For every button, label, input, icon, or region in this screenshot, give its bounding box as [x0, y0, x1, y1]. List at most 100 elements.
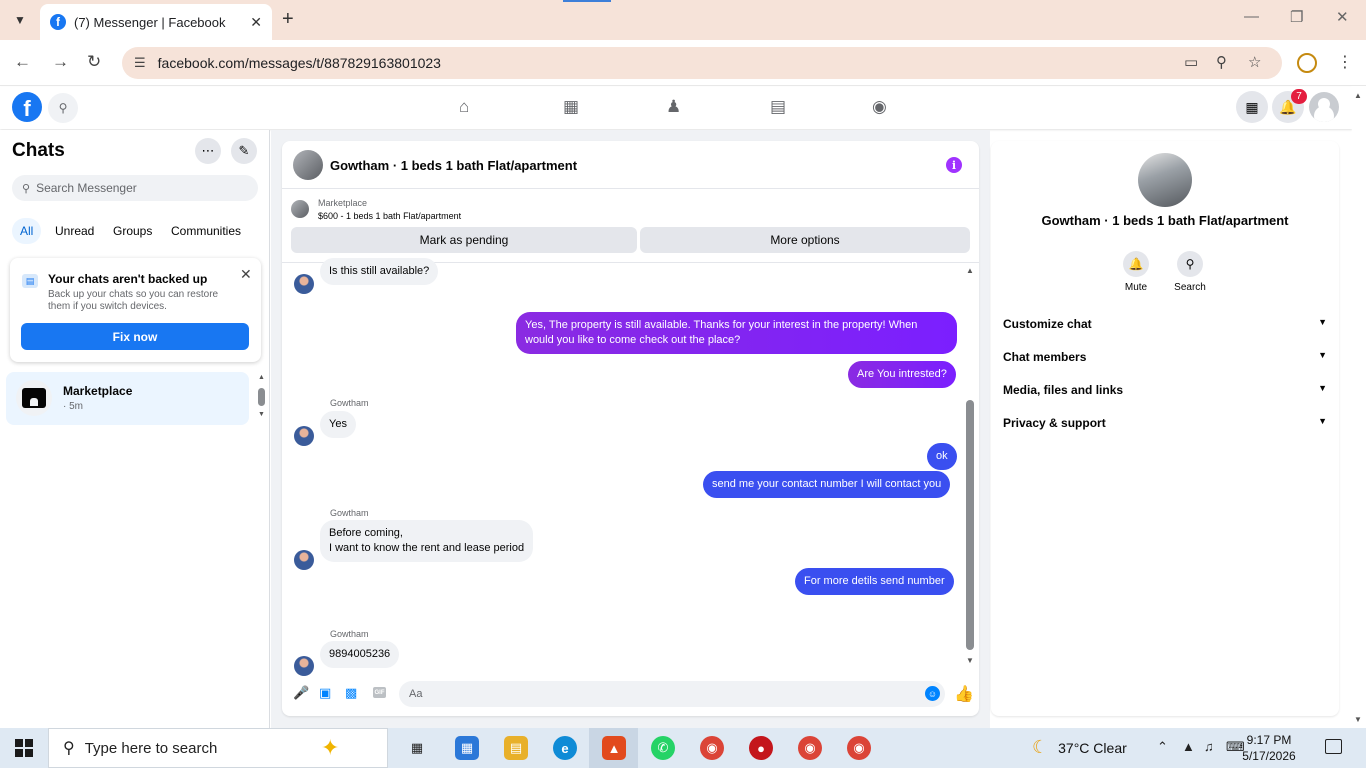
close-tab-icon[interactable]: ✕ — [250, 14, 262, 31]
chat-header-name[interactable]: Gowtham · 1 beds 1 bath Flat/apartment — [330, 158, 577, 173]
message-list: Is this still available? Yes, The proper… — [282, 258, 979, 676]
microsoft-store-icon[interactable]: ▦ — [455, 736, 479, 760]
bell-icon[interactable]: 🔔 — [1123, 251, 1149, 277]
menu-grid-icon[interactable]: ▦ — [1236, 91, 1268, 123]
show-hidden-icons[interactable]: ⌃ — [1157, 739, 1168, 755]
whatsapp-icon[interactable]: ✆ — [651, 736, 675, 760]
gif-icon[interactable]: GIF — [373, 687, 386, 698]
conversation-item-marketplace[interactable]: Marketplace · 5m — [6, 372, 249, 425]
backup-notice-card: ▤ Your chats aren't backed up Back up yo… — [10, 258, 261, 362]
message-scrollbar[interactable]: ▲ ▼ — [963, 264, 977, 667]
voice-clip-icon[interactable]: 🎤 — [293, 685, 309, 701]
friends-icon[interactable]: ♟ — [666, 97, 681, 117]
message-outgoing: For more detils send number — [795, 568, 954, 595]
home-icon[interactable]: ⌂ — [459, 97, 469, 117]
search-icon[interactable]: ⚲ — [1177, 251, 1203, 277]
video-icon[interactable]: ▦ — [563, 97, 579, 117]
privacy-support-section[interactable]: Privacy & support ▼ — [1003, 416, 1327, 430]
filter-unread[interactable]: Unread — [47, 218, 102, 244]
restore-window-button[interactable]: ❐ — [1290, 8, 1303, 26]
chevron-down-icon: ▼ — [1318, 416, 1327, 426]
back-button[interactable]: ← — [14, 52, 31, 72]
account-avatar[interactable] — [1309, 92, 1339, 122]
file-explorer-icon[interactable]: ▤ — [504, 736, 528, 760]
conversation-info-icon[interactable]: i — [946, 157, 962, 173]
message-outgoing: send me your contact number I will conta… — [703, 471, 951, 498]
mark-as-pending-button[interactable]: Mark as pending — [291, 227, 637, 253]
message-text: Yes — [329, 418, 347, 430]
customize-chat-section[interactable]: Customize chat ▼ — [1003, 317, 1327, 331]
task-view-icon[interactable]: ▦ — [405, 736, 429, 760]
more-options-button[interactable]: More options — [640, 227, 970, 253]
close-window-button[interactable]: ✕ — [1336, 8, 1349, 26]
message-outgoing: ok — [927, 443, 957, 470]
address-bar[interactable]: ☰ facebook.com/messages/t/88782916380102… — [122, 47, 1282, 79]
filter-all[interactable]: All — [12, 218, 42, 244]
browser-profile-icon[interactable] — [1297, 53, 1317, 73]
facebook-logo-icon[interactable]: f — [12, 92, 42, 122]
marketplace-icon[interactable]: ▤ — [770, 97, 786, 117]
message-outgoing: Yes, The property is still available. Th… — [516, 312, 957, 354]
minimize-window-button[interactable]: — — [1244, 8, 1259, 25]
action-center-icon[interactable] — [1325, 739, 1342, 754]
new-tab-button[interactable]: + — [282, 8, 294, 31]
message-scroll-thumb[interactable] — [966, 400, 974, 650]
mute-action[interactable]: 🔔 Mute — [1111, 251, 1161, 293]
chrome-icon[interactable]: ◉ — [700, 736, 724, 760]
chat-list-scroll-thumb[interactable] — [258, 388, 265, 406]
attach-photo-icon[interactable]: ▣ — [319, 685, 331, 701]
reload-button[interactable]: ↻ — [87, 52, 101, 72]
message-input[interactable]: Aa — [399, 681, 945, 707]
emoji-icon[interactable]: ☺ — [925, 686, 940, 701]
message-text: Is this still available? — [329, 265, 430, 277]
wifi-icon[interactable]: ▲ — [1182, 739, 1195, 754]
windows-start-icon[interactable] — [15, 739, 33, 757]
browser-menu-icon[interactable]: ⋮ — [1337, 52, 1353, 72]
taskbar-search-input[interactable]: ⚲ Type here to search ✦ — [48, 728, 388, 768]
close-backup-icon[interactable]: ✕ — [240, 266, 252, 283]
listing-title[interactable]: $600 - 1 beds 1 bath Flat/apartment — [318, 211, 461, 221]
bookmark-star-icon[interactable]: ☆ — [1248, 53, 1261, 71]
tab-search-button[interactable]: ▼ — [6, 7, 34, 33]
chrome-profile-2-icon[interactable]: ◉ — [847, 736, 871, 760]
site-settings-icon[interactable]: ☰ — [134, 55, 146, 71]
message-text: ok — [936, 450, 948, 462]
messenger-search-input[interactable]: ⚲ Search Messenger — [12, 175, 258, 201]
new-message-icon[interactable]: ✎ — [231, 138, 257, 164]
filter-groups[interactable]: Groups — [105, 218, 160, 244]
zoom-icon[interactable]: ⚲ — [1216, 53, 1227, 71]
browser-tab-messenger[interactable]: f (7) Messenger | Facebook ✕ — [40, 4, 272, 40]
chat-members-section[interactable]: Chat members ▼ — [1003, 350, 1327, 364]
clock-date: 5/17/2026 — [1242, 749, 1296, 763]
game-app-icon[interactable]: ● — [749, 736, 773, 760]
facebook-search-icon[interactable]: ⚲ — [48, 93, 78, 123]
message-text: 9894005236 — [329, 648, 391, 660]
media-files-links-section[interactable]: Media, files and links ▼ — [1003, 383, 1327, 397]
sticker-icon[interactable]: ▩ — [345, 685, 357, 701]
thumbs-up-icon[interactable]: 👍 — [954, 684, 974, 704]
volume-icon[interactable]: ♫ — [1204, 739, 1214, 754]
message-incoming: Before coming, I want to know the rent a… — [320, 520, 534, 562]
gaming-icon[interactable]: ◉ — [872, 97, 887, 117]
chat-header-avatar[interactable] — [293, 150, 323, 180]
chat-list-scrollbar[interactable]: ▲ ▼ — [257, 374, 267, 420]
weather-widget[interactable]: ☾ 37°C Clear — [1032, 737, 1127, 758]
filter-communities[interactable]: Communities — [163, 218, 249, 244]
marketplace-avatar — [16, 380, 52, 416]
section-label: Privacy & support — [1003, 416, 1106, 430]
search-action[interactable]: ⚲ Search — [1165, 251, 1215, 293]
message-text: send me your contact number I will conta… — [712, 478, 942, 490]
search-icon: ⚲ — [63, 740, 75, 757]
tab-title: (7) Messenger | Facebook — [74, 14, 226, 30]
pinned-app-icon[interactable]: ▲ — [602, 736, 626, 760]
install-app-icon[interactable]: ▭ — [1184, 53, 1198, 71]
system-clock[interactable]: 9:17 PM 5/17/2026 — [1229, 732, 1309, 764]
edge-browser-icon[interactable]: e — [553, 736, 577, 760]
message-incoming: Is this still available? — [320, 258, 439, 285]
fix-now-button[interactable]: Fix now — [21, 323, 249, 350]
forward-button[interactable]: → — [52, 52, 69, 72]
search-label: Search — [1174, 282, 1206, 293]
chrome-profile-icon[interactable]: ◉ — [798, 736, 822, 760]
chat-options-icon[interactable]: ⋯ — [195, 138, 221, 164]
page-scrollbar[interactable]: ▲ ▼ — [1352, 87, 1366, 728]
